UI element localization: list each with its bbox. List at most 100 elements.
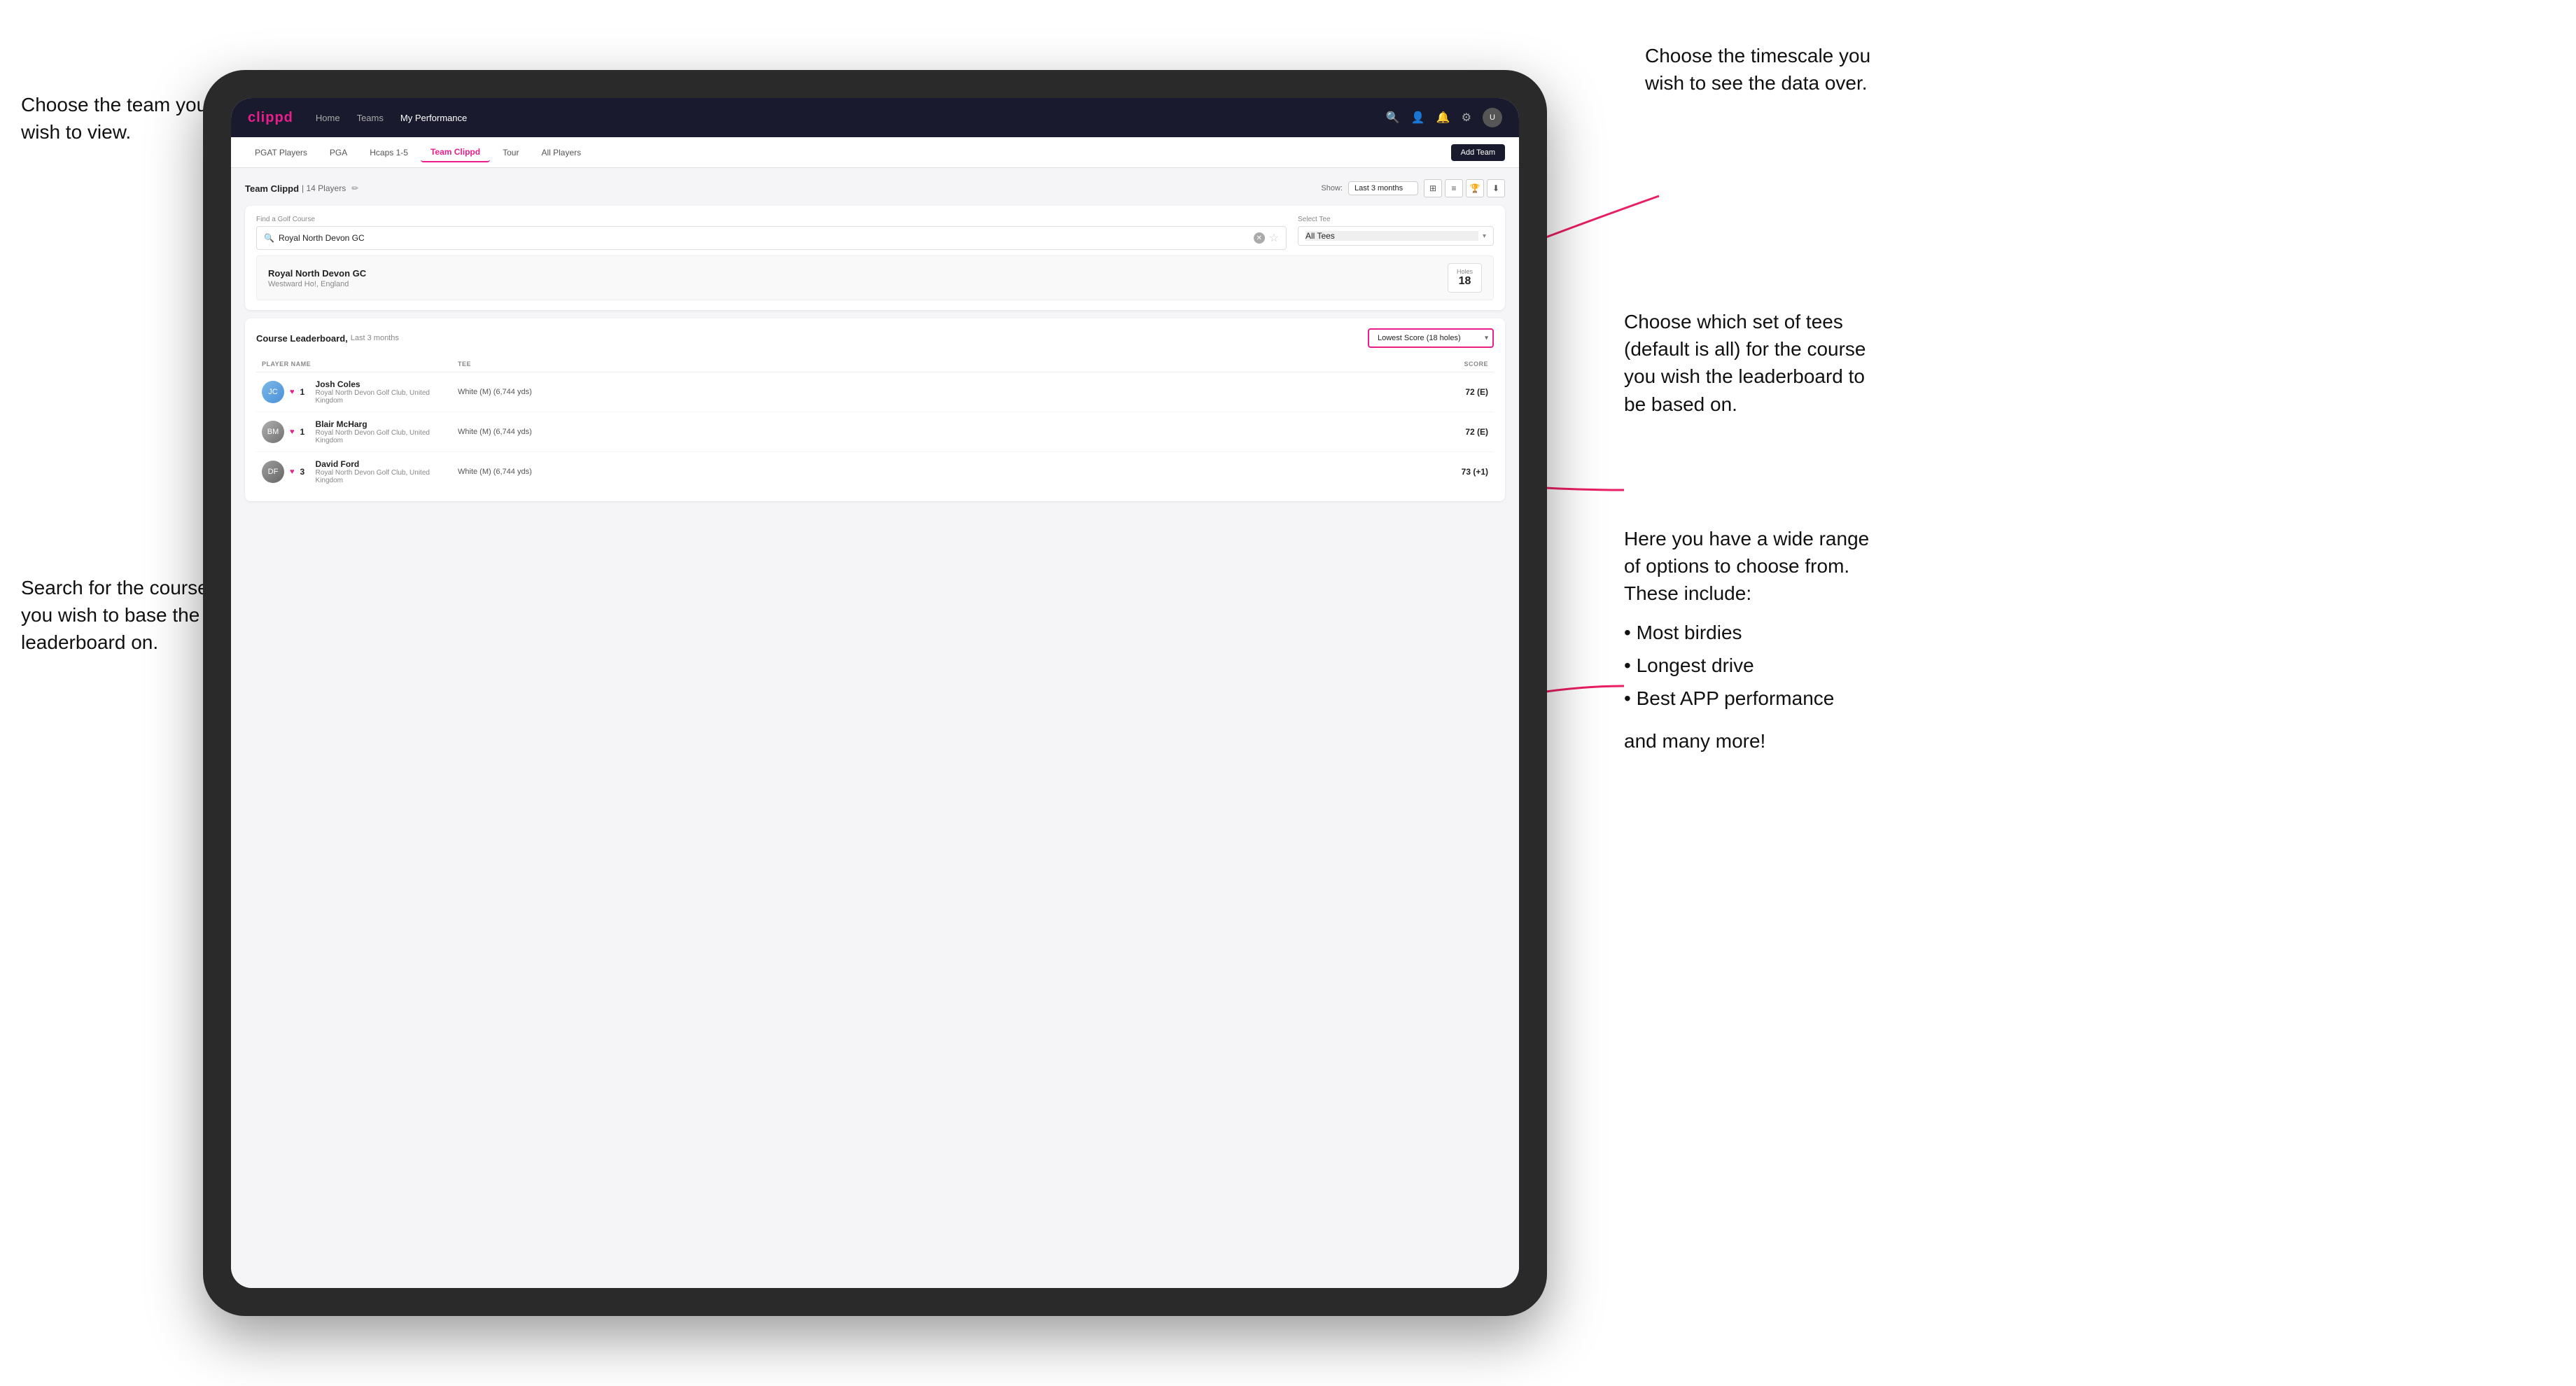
player-club-1: Royal North Devon Golf Club, United King… — [316, 389, 458, 405]
score-cell-3: 73 (+1) — [1376, 467, 1488, 477]
bell-icon[interactable]: 🔔 — [1436, 111, 1450, 125]
main-content: Team Clippd | 14 Players ✏ Show: Last 3 … — [231, 168, 1519, 1288]
player-name-2: Blair McHarg — [316, 419, 458, 429]
bullet-app: Best APP performance — [1624, 682, 1869, 715]
search-row: Find a Golf Course 🔍 ✕ ☆ Select Tee Al — [256, 216, 1494, 250]
tee-cell-3: White (M) (6,744 yds) — [458, 468, 1376, 476]
ipad-screen: clippd Home Teams My Performance 🔍 👤 🔔 ⚙… — [231, 98, 1519, 1288]
player-info-3: David Ford Royal North Devon Golf Club, … — [316, 459, 458, 484]
nav-teams[interactable]: Teams — [357, 113, 384, 123]
player-cell-3: DF ♥ 3 David Ford Royal North Devon Golf… — [262, 459, 458, 484]
holes-badge: Holes 18 — [1448, 263, 1482, 293]
subnav-pgat[interactable]: PGAT Players — [245, 144, 317, 162]
subnav-tour[interactable]: Tour — [493, 144, 528, 162]
player-club-2: Royal North Devon Golf Club, United King… — [316, 429, 458, 444]
subnav-hcaps[interactable]: Hcaps 1-5 — [360, 144, 418, 162]
search-clear-button[interactable]: ✕ — [1254, 232, 1265, 244]
leaderboard-subtitle: Last 3 months — [351, 334, 399, 342]
ipad-frame: clippd Home Teams My Performance 🔍 👤 🔔 ⚙… — [203, 70, 1547, 1316]
team-count: | 14 Players — [302, 183, 346, 193]
course-search-input[interactable] — [279, 233, 1250, 243]
star-button[interactable]: ☆ — [1269, 231, 1279, 245]
holes-number: 18 — [1457, 275, 1473, 288]
leaderboard-title: Course Leaderboard, — [256, 333, 348, 344]
bullet-birdies: Most birdies — [1624, 616, 1869, 649]
nav-my-performance[interactable]: My Performance — [400, 113, 467, 123]
team-name: Team Clippd — [245, 183, 299, 194]
player-avatar-2: BM — [262, 421, 284, 443]
favorite-icon-3[interactable]: ♥ — [290, 468, 295, 476]
course-result: Royal North Devon GC Westward Ho!, Engla… — [256, 255, 1494, 300]
player-info-2: Blair McHarg Royal North Devon Golf Club… — [316, 419, 458, 444]
score-cell-1: 72 (E) — [1376, 387, 1488, 397]
grid-view-button[interactable]: ⊞ — [1424, 179, 1442, 197]
show-label: Show: — [1321, 184, 1343, 192]
bullet-drive: Longest drive — [1624, 649, 1869, 682]
player-cell-2: BM ♥ 1 Blair McHarg Royal North Devon Go… — [262, 419, 458, 444]
leaderboard-header: Course Leaderboard, Last 3 months Lowest… — [256, 328, 1494, 348]
add-team-button[interactable]: Add Team — [1451, 144, 1505, 161]
course-result-name: Royal North Devon GC — [268, 268, 366, 279]
search-section: Find a Golf Course 🔍 ✕ ☆ Select Tee Al — [245, 206, 1505, 310]
subnav-pga[interactable]: PGA — [320, 144, 357, 162]
player-avatar-1: JC — [262, 381, 284, 403]
player-club-3: Royal North Devon Golf Club, United King… — [316, 469, 458, 484]
search-icon[interactable]: 🔍 — [1386, 111, 1400, 125]
rank-2: 1 — [300, 427, 310, 437]
table-row: BM ♥ 1 Blair McHarg Royal North Devon Go… — [256, 412, 1494, 452]
show-select[interactable]: Last 3 months — [1348, 181, 1418, 195]
nav-home[interactable]: Home — [316, 113, 340, 123]
col-tee: TEE — [458, 360, 1376, 368]
sub-nav: PGAT Players PGA Hcaps 1-5 Team Clippd T… — [231, 137, 1519, 168]
score-type-wrap[interactable]: Lowest Score (18 holes) — [1368, 328, 1494, 348]
list-view-button[interactable]: ≡ — [1445, 179, 1463, 197]
logo: clippd — [248, 110, 293, 126]
search-icon-small: 🔍 — [264, 233, 274, 243]
view-icons: ⊞ ≡ 🏆 ⬇ — [1424, 179, 1505, 197]
tee-cell-1: White (M) (6,744 yds) — [458, 388, 1376, 396]
show-select-wrap[interactable]: Last 3 months — [1348, 181, 1418, 195]
favorite-icon-1[interactable]: ♥ — [290, 388, 295, 396]
score-cell-2: 72 (E) — [1376, 427, 1488, 437]
player-avatar-3: DF — [262, 461, 284, 483]
col-player: PLAYER NAME — [262, 360, 458, 368]
course-result-info: Royal North Devon GC Westward Ho!, Engla… — [268, 268, 366, 288]
course-result-location: Westward Ho!, England — [268, 280, 366, 288]
person-icon[interactable]: 👤 — [1411, 111, 1425, 125]
col-score: SCORE — [1376, 360, 1488, 368]
subnav-team-clippd[interactable]: Team Clippd — [421, 143, 490, 162]
find-course-group: Find a Golf Course 🔍 ✕ ☆ — [256, 216, 1287, 250]
subnav-all-players[interactable]: All Players — [531, 144, 591, 162]
course-search-wrap: 🔍 ✕ ☆ — [256, 226, 1287, 250]
nav-bar: clippd Home Teams My Performance 🔍 👤 🔔 ⚙… — [231, 98, 1519, 137]
team-header: Team Clippd | 14 Players ✏ Show: Last 3 … — [245, 179, 1505, 197]
annotation-tee-select: Choose which set of tees (default is all… — [1624, 308, 1866, 418]
tee-cell-2: White (M) (6,744 yds) — [458, 428, 1376, 436]
download-button[interactable]: ⬇ — [1487, 179, 1505, 197]
player-cell-1: JC ♥ 1 Josh Coles Royal North Devon Golf… — [262, 379, 458, 405]
favorite-icon-2[interactable]: ♥ — [290, 428, 295, 436]
trophy-view-button[interactable]: 🏆 — [1466, 179, 1484, 197]
select-tee-group: Select Tee All Tees ▾ — [1298, 216, 1494, 250]
nav-links: Home Teams My Performance — [316, 113, 467, 123]
annotation-team-view: Choose the team you wish to view. — [21, 91, 207, 146]
player-name-1: Josh Coles — [316, 379, 458, 389]
show-bar: Show: Last 3 months ⊞ ≡ 🏆 ⬇ — [1321, 179, 1505, 197]
annotation-options: Here you have a wide range of options to… — [1624, 525, 1869, 755]
rank-3: 3 — [300, 467, 310, 477]
annotation-course-search: Search for the course you wish to base t… — [21, 574, 209, 657]
player-info-1: Josh Coles Royal North Devon Golf Club, … — [316, 379, 458, 405]
avatar[interactable]: U — [1483, 108, 1502, 127]
tee-select-wrap: All Tees ▾ — [1298, 226, 1494, 246]
options-bullet-list: Most birdies Longest drive Best APP perf… — [1624, 616, 1869, 715]
edit-icon[interactable]: ✏ — [351, 183, 358, 193]
tee-select[interactable]: All Tees — [1306, 231, 1478, 241]
find-course-label: Find a Golf Course — [256, 216, 1287, 223]
nav-right: 🔍 👤 🔔 ⚙ U — [1386, 108, 1502, 127]
rank-1: 1 — [300, 387, 310, 397]
select-tee-label: Select Tee — [1298, 216, 1494, 223]
player-name-3: David Ford — [316, 459, 458, 469]
score-type-select[interactable]: Lowest Score (18 holes) — [1368, 328, 1494, 348]
settings-icon[interactable]: ⚙ — [1462, 111, 1471, 125]
table-header: PLAYER NAME TEE SCORE — [256, 356, 1494, 372]
